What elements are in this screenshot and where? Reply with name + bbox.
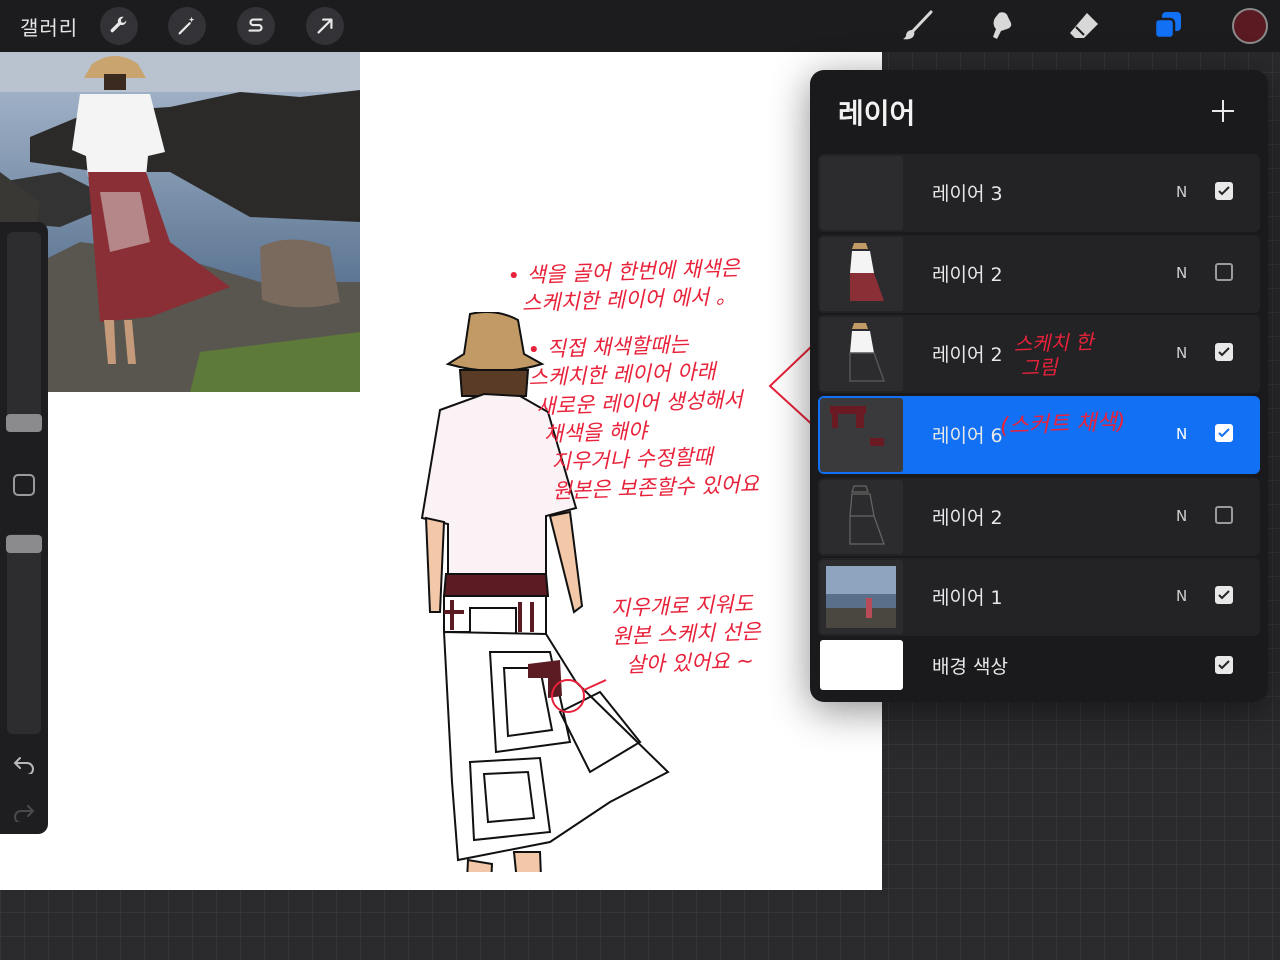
- layer-thumbnail: [820, 317, 903, 391]
- brush-size-slider[interactable]: [7, 232, 41, 428]
- layer-name: 레이어 3: [932, 183, 1003, 205]
- selection-s-icon[interactable]: [237, 7, 275, 45]
- layer-thumbnail: [820, 560, 903, 634]
- layer-name: 레이어 2: [932, 264, 1003, 286]
- layer-visibility-checkbox[interactable]: [1215, 656, 1233, 674]
- layer-name: 레이어 2: [932, 507, 1003, 529]
- plus-icon: [1212, 100, 1234, 122]
- annotation-sketch-label: 스케치 한 그림: [1013, 329, 1094, 381]
- layers-panel: 레이어 레이어 3 N 레이어 2 N 레이어 2 스케치 한 그림 N 레이어…: [810, 70, 1268, 702]
- background-color-swatch[interactable]: [820, 640, 903, 690]
- layer-name: 레이어 2: [932, 344, 1003, 366]
- add-layer-button[interactable]: [1208, 96, 1238, 126]
- wrench-icon[interactable]: [100, 7, 138, 45]
- layer-visibility-checkbox[interactable]: [1215, 424, 1233, 442]
- eraser-icon[interactable]: [1066, 8, 1102, 44]
- layer-visibility-checkbox[interactable]: [1215, 586, 1233, 604]
- layers-icon[interactable]: [1150, 8, 1186, 44]
- checkmark-icon: [1218, 660, 1230, 670]
- layer-thumbnail: [820, 156, 903, 230]
- blend-mode[interactable]: N: [1176, 425, 1187, 443]
- layer-row-background[interactable]: 배경 색상: [818, 638, 1260, 692]
- layer-row[interactable]: 레이어 1 N: [818, 558, 1260, 636]
- layer-name: 레이어 6: [932, 425, 1003, 447]
- layers-title: 레이어: [838, 97, 916, 130]
- left-sidebar: [0, 222, 48, 834]
- layer-name: 레이어 1: [932, 587, 1003, 609]
- opacity-slider[interactable]: [7, 534, 41, 734]
- layer-row[interactable]: 레이어 2 스케치 한 그림 N: [818, 315, 1260, 393]
- brush-size-knob[interactable]: [6, 414, 42, 432]
- layer-visibility-checkbox[interactable]: [1215, 182, 1233, 200]
- layer-visibility-checkbox[interactable]: [1215, 263, 1233, 281]
- color-picker-swatch[interactable]: [1232, 8, 1268, 44]
- layer-thumbnail: [820, 480, 903, 554]
- blend-mode[interactable]: N: [1176, 507, 1187, 525]
- blend-mode[interactable]: N: [1176, 587, 1187, 605]
- transform-arrow-icon[interactable]: [306, 7, 344, 45]
- layer-thumbnail: [820, 398, 903, 472]
- layer-visibility-checkbox[interactable]: [1215, 343, 1233, 361]
- checkmark-icon: [1218, 590, 1230, 600]
- layer-row[interactable]: 레이어 2 N: [818, 235, 1260, 313]
- undo-icon[interactable]: [12, 756, 36, 778]
- layer-row[interactable]: 레이어 3 N: [818, 154, 1260, 232]
- brush-icon[interactable]: [900, 8, 936, 44]
- layer-name: 배경 색상: [932, 656, 1008, 678]
- top-toolbar: 갤러리: [0, 0, 1280, 52]
- layer-row[interactable]: 레이어 2 N: [818, 478, 1260, 556]
- layer-thumbnail: [820, 237, 903, 311]
- checkmark-icon: [1218, 428, 1230, 438]
- modify-button[interactable]: [13, 474, 35, 496]
- annotation-eraser-tip: 지우개로 지워도 원본 스케치 선은 살아 있어요 ~: [610, 591, 761, 678]
- redo-icon[interactable]: [12, 804, 36, 826]
- layer-visibility-checkbox[interactable]: [1215, 506, 1233, 524]
- drawing-canvas[interactable]: • 색을 골어 한번에 채색은 스케치한 레이어 에서 。 • 직접 채색할때는…: [0, 52, 882, 890]
- annotation-new-layer-tip: • 직접 채색할때는 스케치한 레이어 아래 새로운 레이어 생성해서 채색을 …: [527, 332, 760, 504]
- blend-mode[interactable]: N: [1176, 264, 1187, 282]
- blend-mode[interactable]: N: [1176, 344, 1187, 362]
- gallery-button[interactable]: 갤러리: [20, 12, 78, 41]
- reference-photo: [0, 52, 360, 392]
- opacity-knob[interactable]: [6, 535, 42, 553]
- magic-wand-icon[interactable]: [168, 7, 206, 45]
- checkmark-icon: [1218, 186, 1230, 196]
- annotation-fill-tip: • 색을 골어 한번에 채색은 스케치한 레이어 에서 。: [507, 255, 741, 317]
- blend-mode[interactable]: N: [1176, 183, 1187, 201]
- layer-row-active[interactable]: 레이어 6 (스커트 채색) N: [818, 396, 1260, 474]
- checkmark-icon: [1218, 347, 1230, 357]
- annotation-skirt-label: (스커트 채색): [999, 409, 1126, 440]
- smudge-icon[interactable]: [984, 8, 1020, 44]
